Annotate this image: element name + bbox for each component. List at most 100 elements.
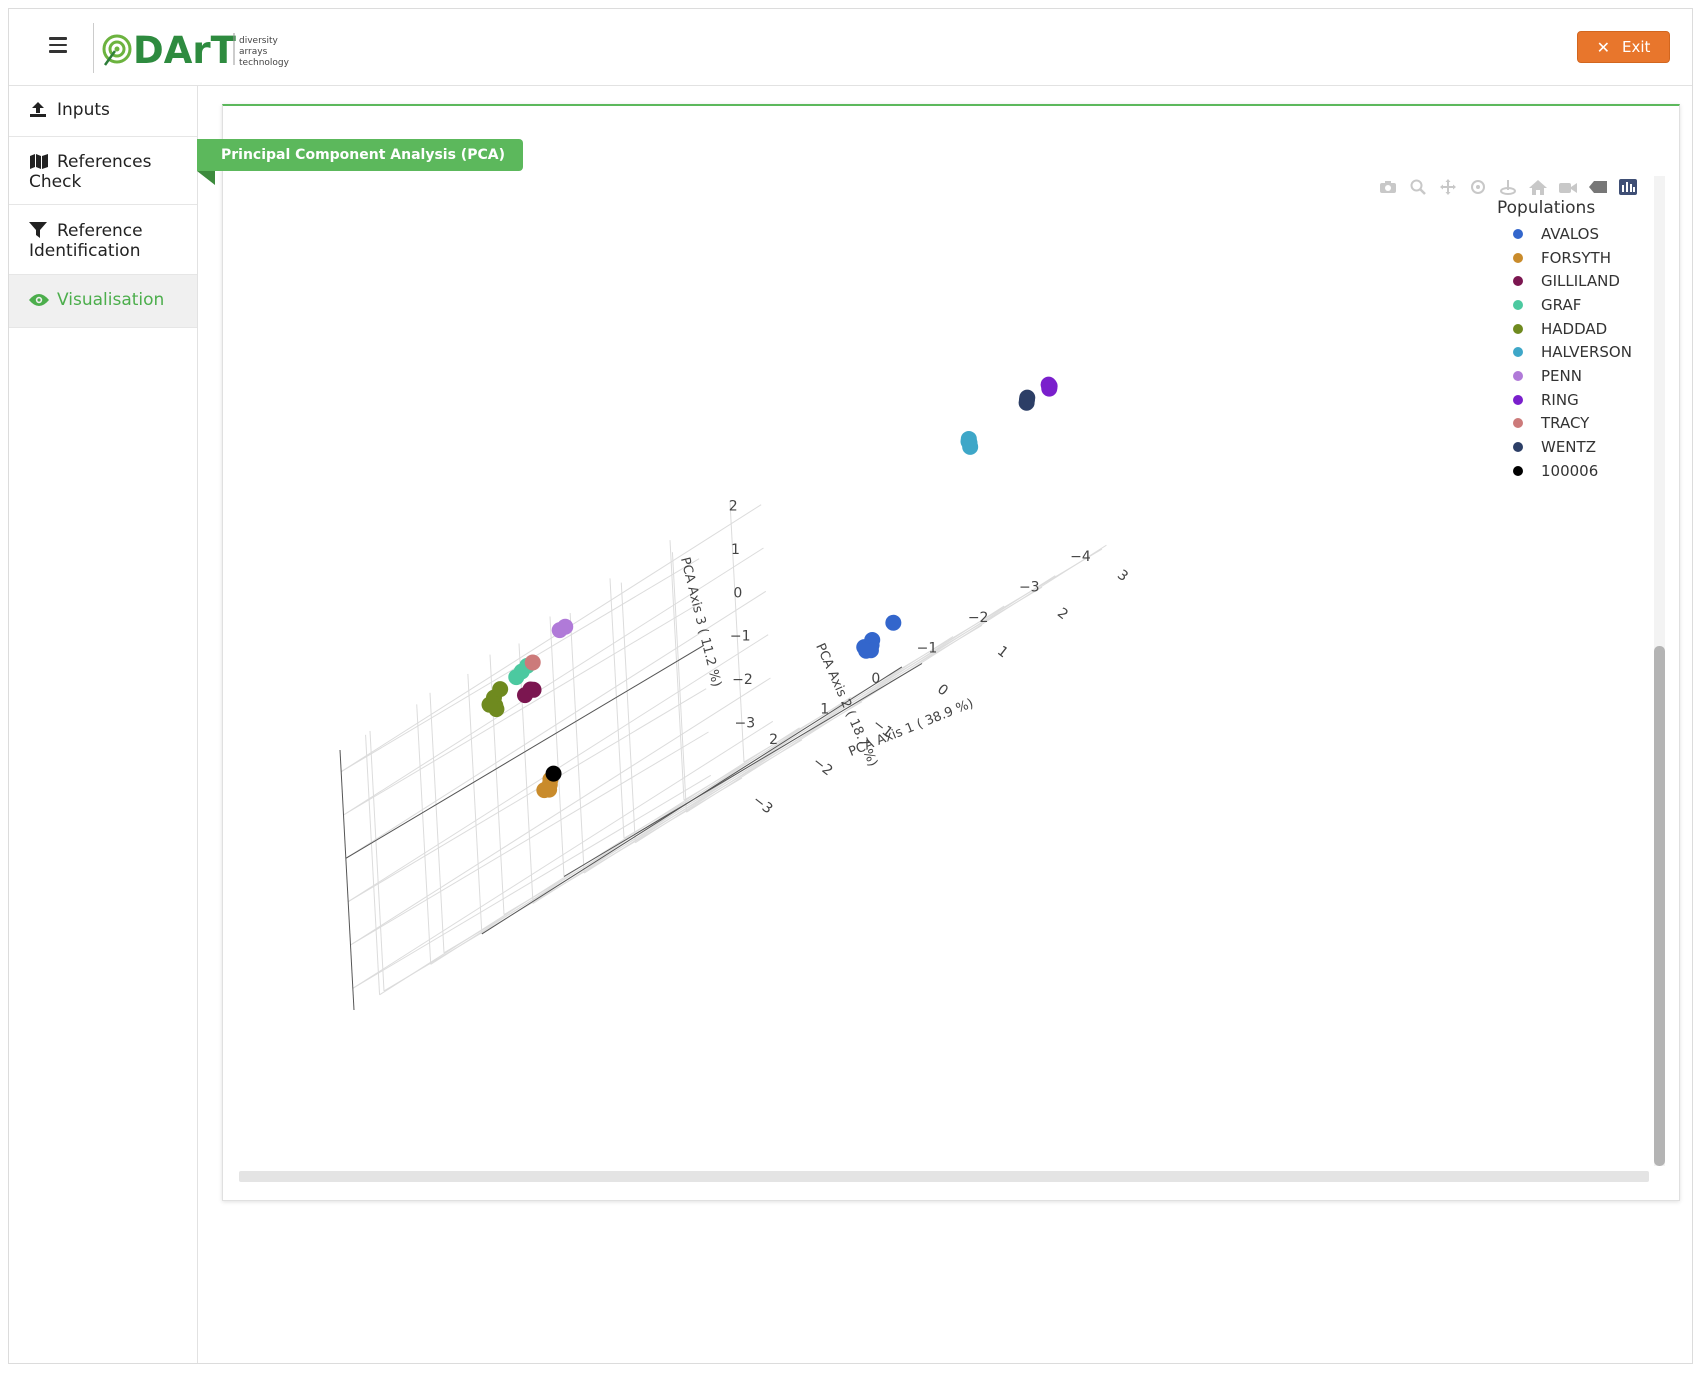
data-point bbox=[545, 765, 562, 782]
orbit-icon[interactable] bbox=[1469, 179, 1487, 195]
pca-3d-plot[interactable]: 3 2 1 0 −1 −2 −3 2 1 0 −1 −2 −3 −4 2 1 0 −1 −2 −3 PCA Axis 1… bbox=[239, 176, 1667, 1180]
sidebar-item-inputs[interactable]: Inputs bbox=[9, 86, 197, 137]
filter-icon bbox=[29, 222, 49, 242]
y-tick-label: −3 bbox=[1019, 580, 1040, 596]
gridline-wall bbox=[352, 720, 774, 989]
x-tick-label: −3 bbox=[749, 792, 775, 817]
legend-title: Populations bbox=[1497, 198, 1596, 218]
data-point bbox=[536, 782, 553, 799]
plotly-logo-icon[interactable] bbox=[1619, 179, 1637, 195]
data-point bbox=[858, 642, 875, 659]
zoom-icon[interactable] bbox=[1409, 179, 1427, 195]
legend-label: GRAF bbox=[1541, 295, 1582, 314]
gridline-wall bbox=[352, 774, 712, 989]
legend-marker bbox=[1513, 252, 1523, 263]
camera-icon[interactable] bbox=[1379, 179, 1397, 195]
panel-title-ribbon: Principal Component Analysis (PCA) bbox=[197, 139, 523, 171]
z-tick-label: −3 bbox=[735, 715, 756, 731]
main-content: 3 2 1 0 −1 −2 −3 2 1 0 −1 −2 −3 −4 2 1 0 −1 −2 −3 PCA Axis 1… bbox=[197, 86, 1692, 1363]
target-icon bbox=[102, 34, 132, 66]
legend-item[interactable]: 100006 bbox=[1487, 459, 1657, 483]
data-point bbox=[522, 681, 539, 698]
legend-item[interactable]: GILLILAND bbox=[1487, 269, 1657, 293]
legend-label: TRACY bbox=[1541, 414, 1590, 433]
legend-item[interactable]: FORSYTH bbox=[1487, 246, 1657, 270]
logo-tagline-1: diversity bbox=[239, 36, 278, 46]
x-tick-label: 2 bbox=[1054, 605, 1071, 623]
gridline-wall bbox=[569, 613, 585, 874]
sidebar-item-label: Visualisation bbox=[57, 290, 165, 310]
hover-icon[interactable] bbox=[1589, 179, 1607, 195]
exit-button[interactable]: ✕ Exit bbox=[1577, 31, 1670, 63]
ribbon-fold bbox=[197, 171, 215, 185]
save-view-icon[interactable] bbox=[1559, 179, 1577, 195]
gridline-wall bbox=[429, 692, 445, 953]
legend-item[interactable]: GRAF bbox=[1487, 293, 1657, 317]
data-point bbox=[1040, 376, 1057, 393]
hamburger-menu-icon[interactable] bbox=[49, 37, 67, 55]
horizontal-scrollbar[interactable] bbox=[239, 1171, 1649, 1182]
vertical-scrollbar-thumb[interactable] bbox=[1654, 646, 1665, 1166]
y-tick-label: −2 bbox=[968, 610, 989, 626]
data-point bbox=[1019, 389, 1036, 406]
upload-icon bbox=[29, 101, 49, 121]
y-tick-label: −1 bbox=[917, 641, 938, 657]
legend-label: RING bbox=[1541, 390, 1579, 409]
z-tick-label: 0 bbox=[733, 585, 742, 601]
x-tick-label: 3 bbox=[1114, 567, 1131, 585]
sidebar-item-references-check[interactable]: References Check bbox=[9, 137, 197, 205]
legend-item[interactable]: WENTZ bbox=[1487, 435, 1657, 459]
pan-icon[interactable] bbox=[1439, 179, 1457, 195]
legend-label: 100006 bbox=[1541, 461, 1599, 480]
legend-item[interactable]: HADDAD bbox=[1487, 317, 1657, 341]
z-tick-label: 1 bbox=[731, 542, 740, 558]
exit-label: Exit bbox=[1622, 38, 1651, 56]
legend-label: PENN bbox=[1541, 366, 1582, 385]
legend-marker bbox=[1513, 323, 1523, 334]
axis-line-z bbox=[339, 749, 355, 1011]
gridline-wall bbox=[549, 616, 565, 877]
sidebar-item-visualisation[interactable]: Visualisation bbox=[9, 275, 197, 328]
reset-camera-icon[interactable] bbox=[1529, 179, 1547, 195]
gridline-wall bbox=[669, 540, 685, 801]
legend-marker bbox=[1513, 228, 1523, 239]
logo-tagline-3: technology bbox=[239, 58, 290, 68]
legend-marker bbox=[1513, 370, 1523, 381]
legend-item[interactable]: RING bbox=[1487, 388, 1657, 412]
y-tick-label: 0 bbox=[871, 671, 880, 687]
legend-marker bbox=[1513, 465, 1523, 476]
y-tick-label: 1 bbox=[820, 701, 829, 717]
vertical-scrollbar[interactable] bbox=[1654, 176, 1665, 1166]
z-tick-label: −1 bbox=[730, 629, 751, 645]
z-tick-label: −2 bbox=[732, 672, 753, 688]
gridline-wall bbox=[350, 677, 771, 946]
data-point bbox=[551, 622, 568, 639]
data-point bbox=[492, 681, 509, 698]
plot-modebar bbox=[1379, 176, 1637, 198]
sidebar-item-reference-identification[interactable]: Reference Identification bbox=[9, 205, 197, 275]
legend-item[interactable]: HALVERSON bbox=[1487, 340, 1657, 364]
logo-tagline-2: arrays bbox=[239, 47, 268, 57]
turntable-icon[interactable] bbox=[1499, 179, 1517, 195]
legend-marker bbox=[1513, 347, 1523, 358]
logo-text: DArT bbox=[133, 29, 237, 72]
data-point bbox=[524, 654, 541, 671]
legend-item[interactable]: TRACY bbox=[1487, 412, 1657, 436]
gridline-wall bbox=[416, 704, 432, 965]
pca-3d-scatter[interactable]: 3210−1−2−3210−1−2−3−4210−1−2−3 PCA Axis 1… bbox=[239, 176, 1667, 1180]
y-tick-label: 2 bbox=[769, 732, 778, 748]
gridline-wall bbox=[343, 601, 702, 816]
sidebar: Inputs References Check Reference Identi… bbox=[9, 86, 198, 1363]
legend-marker bbox=[1513, 442, 1523, 453]
sidebar-item-label: Inputs bbox=[57, 100, 110, 120]
z-tick-label: 2 bbox=[729, 499, 738, 515]
legend-label: HALVERSON bbox=[1541, 343, 1632, 362]
legend-item[interactable]: PENN bbox=[1487, 364, 1657, 388]
legend-item[interactable]: AVALOS bbox=[1487, 222, 1657, 246]
legend-label: GILLILAND bbox=[1541, 272, 1620, 291]
app-frame: DArT diversity arrays technology ✕ Exit … bbox=[8, 8, 1693, 1364]
y-tick-label: −4 bbox=[1070, 549, 1091, 565]
top-navbar: DArT diversity arrays technology ✕ Exit bbox=[9, 9, 1692, 86]
legend-marker bbox=[1513, 299, 1523, 310]
x-tick-label: 0 bbox=[934, 681, 951, 699]
